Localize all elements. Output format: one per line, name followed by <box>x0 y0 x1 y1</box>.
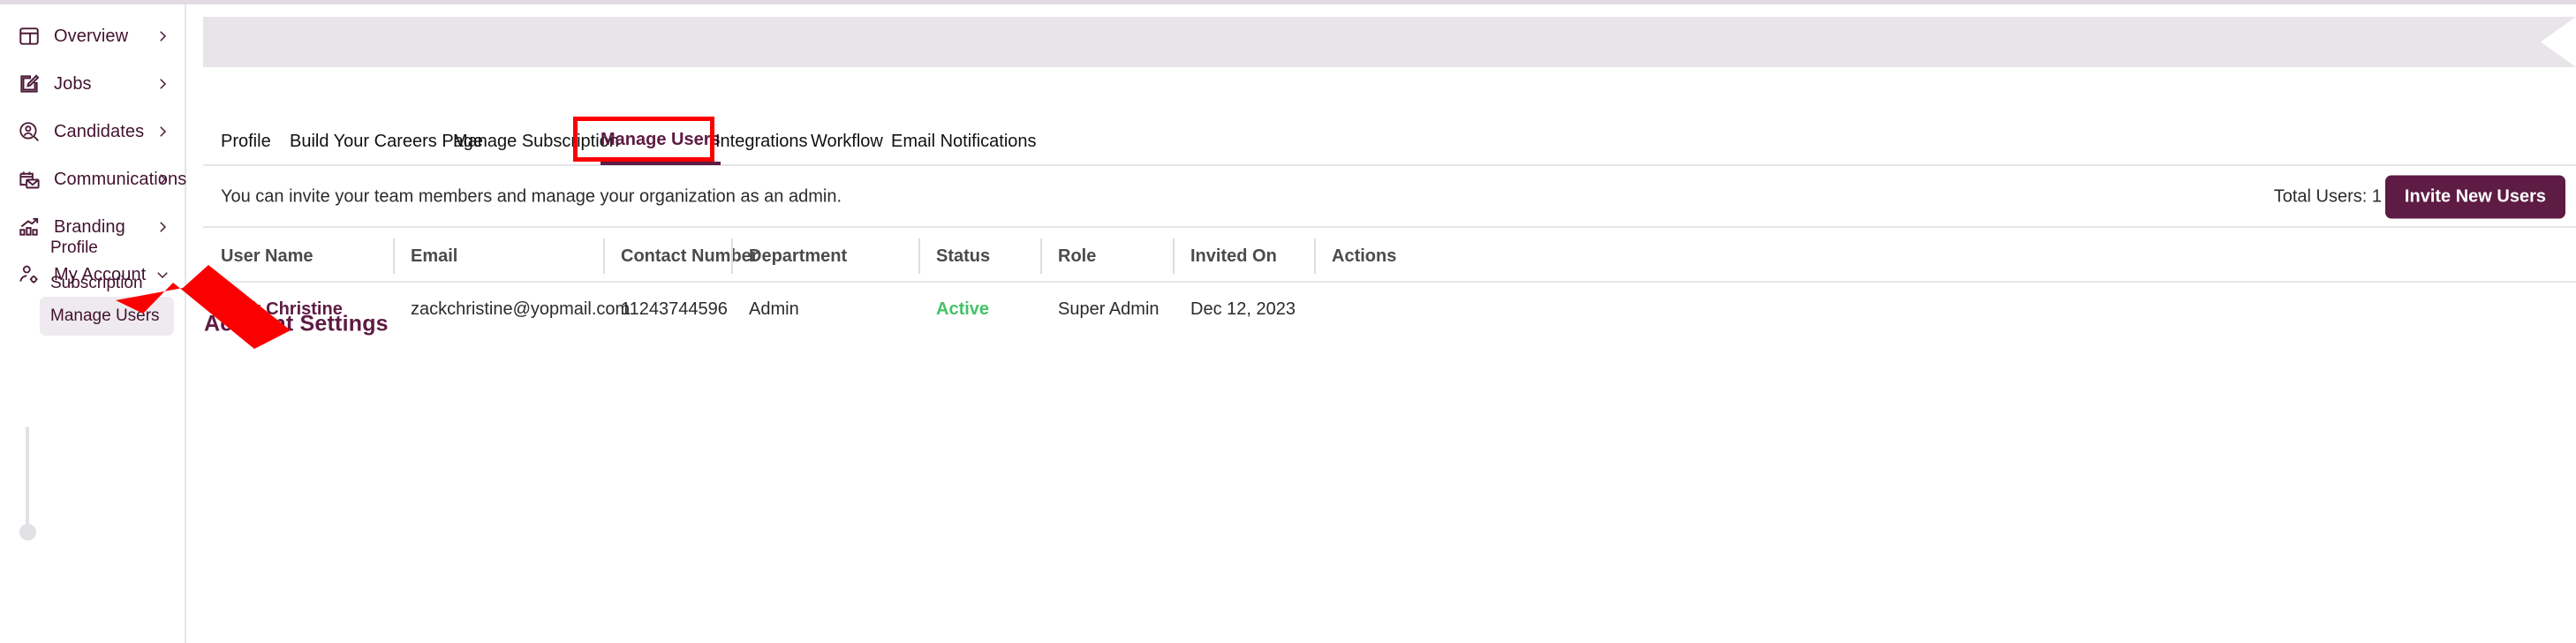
chevron-right-icon <box>155 76 170 92</box>
sidebar-item-candidates[interactable]: Candidates <box>0 109 186 155</box>
sidebar-item-label: Overview <box>54 26 129 46</box>
cell-role: Super Admin <box>1058 299 1160 319</box>
column-header-email: Email <box>393 228 457 284</box>
subnav-end-dot <box>19 524 36 541</box>
total-users-count: Total Users: 1 <box>2273 186 2382 206</box>
column-header-contact-number: Contact Number <box>603 228 759 284</box>
users-table: User Name Email Contact Number Departmen… <box>203 226 2576 336</box>
column-divider <box>603 238 605 274</box>
app-root: Overview Jobs Candidates Communications … <box>0 0 2576 643</box>
sidebar-item-communications[interactable]: Communications <box>0 156 186 202</box>
sidebar-item-jobs[interactable]: Jobs <box>0 61 186 107</box>
page-banner <box>203 17 2576 67</box>
cell-user-name: Zack Christine <box>221 299 343 319</box>
sidebar-subitem-profile[interactable]: Profile <box>40 229 174 268</box>
tab-workflow[interactable]: Workflow <box>811 117 883 165</box>
cell-email: zackchristine@yopmail.com <box>411 299 631 319</box>
sidebar: Overview Jobs Candidates Communications … <box>0 4 186 643</box>
dashboard-icon <box>14 25 44 48</box>
chevron-right-icon <box>155 171 170 187</box>
table-header-row: User Name Email Contact Number Departmen… <box>203 226 2576 283</box>
cell-department: Admin <box>749 299 799 319</box>
column-divider <box>1173 238 1175 274</box>
info-description: You can invite your team members and man… <box>221 186 842 206</box>
cell-contact-number: 11243744596 <box>621 299 728 319</box>
tab-manage-subscription[interactable]: Manage Subscription <box>453 117 619 165</box>
info-bar: You can invite your team members and man… <box>203 167 2576 226</box>
subnav-rail <box>26 427 29 531</box>
column-header-user-name: User Name <box>221 246 314 266</box>
tab-integrations[interactable]: Integrations <box>715 117 808 165</box>
chevron-right-icon <box>155 28 170 44</box>
sidebar-subitem-manage-users[interactable]: Manage Users <box>40 297 174 336</box>
user-search-icon <box>14 120 44 143</box>
table-row[interactable]: Zack Christine zackchristine@yopmail.com… <box>203 283 2576 336</box>
column-divider <box>918 238 920 274</box>
column-divider <box>1040 238 1042 274</box>
edit-square-icon <box>14 72 44 95</box>
tab-profile[interactable]: Profile <box>221 117 271 165</box>
main-content: Account Settings Profile Build Your Care… <box>188 4 2576 643</box>
tab-email-notifications[interactable]: Email Notifications <box>891 117 1037 165</box>
column-header-actions: Actions <box>1314 228 1396 284</box>
sidebar-subitem-label: Subscription <box>50 274 143 292</box>
sidebar-item-overview[interactable]: Overview <box>0 13 186 59</box>
column-header-role: Role <box>1040 228 1096 284</box>
sidebar-item-label: Candidates <box>54 121 145 141</box>
sidebar-item-label: Jobs <box>54 73 92 94</box>
column-header-status: Status <box>918 228 990 284</box>
column-divider <box>393 238 395 274</box>
sidebar-subitem-label: Manage Users <box>50 306 160 325</box>
invite-new-users-button[interactable]: Invite New Users <box>2384 175 2565 218</box>
column-divider <box>731 238 733 274</box>
cell-status: Active <box>936 299 990 319</box>
column-header-department: Department <box>731 228 847 284</box>
chevron-right-icon <box>155 124 170 140</box>
column-header-invited-on: Invited On <box>1173 228 1277 284</box>
tab-manage-users[interactable]: Manage Users <box>601 117 721 165</box>
sidebar-subitem-label: Profile <box>50 238 98 257</box>
mail-calendar-icon <box>14 168 44 192</box>
column-divider <box>1314 238 1316 274</box>
cell-invited-on: Dec 12, 2023 <box>1190 299 1296 319</box>
tab-bar: Profile Build Your Careers Page Manage S… <box>203 117 2576 165</box>
